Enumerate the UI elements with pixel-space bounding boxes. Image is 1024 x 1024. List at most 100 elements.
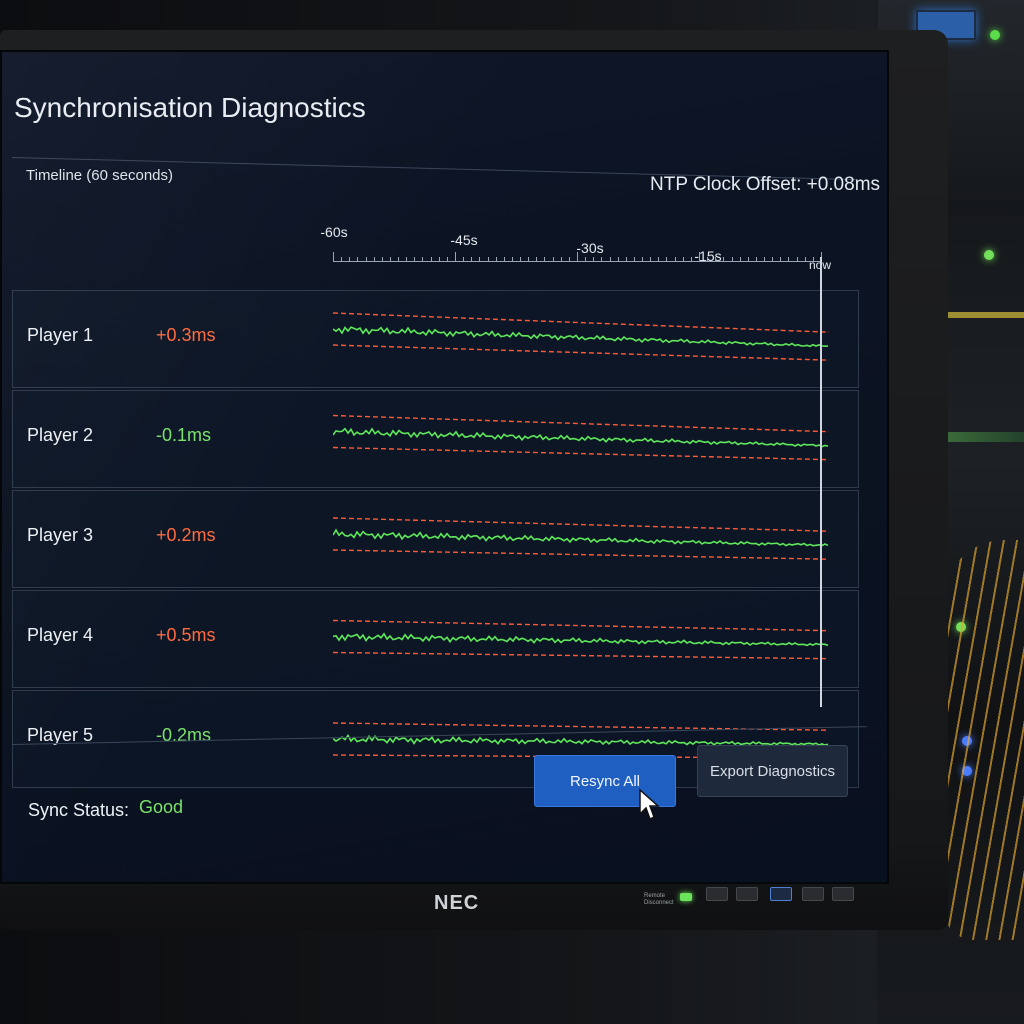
player-offset-trace <box>333 517 830 560</box>
timeline-tick-mark <box>560 257 562 262</box>
timeline-tick-mark <box>349 257 351 262</box>
monitor-hw-button[interactable] <box>832 887 854 901</box>
player-offset-trace <box>333 414 830 461</box>
timeline-tick-mark <box>617 257 619 262</box>
timeline-tick-mark <box>422 257 424 262</box>
player-name: Player 2 <box>27 425 94 445</box>
timeline-tick-mark <box>739 257 741 262</box>
timeline-tick-mark <box>699 252 700 262</box>
timeline-tick-mark <box>723 257 725 262</box>
upper-threshold-line <box>333 517 830 532</box>
timeline-tick-mark <box>520 257 522 262</box>
now-marker-line <box>820 257 822 707</box>
timeline-tick-mark <box>528 257 530 262</box>
timeline-tick-mark <box>585 257 587 262</box>
timeline-tick-mark <box>463 257 465 262</box>
rack-status-led <box>990 30 1000 40</box>
timeline-tick-mark <box>666 257 668 262</box>
timeline-tick-mark <box>707 257 709 262</box>
timeline-tick-mark <box>381 257 383 262</box>
player-name: Player 1 <box>27 325 94 345</box>
offset-trace-line <box>333 528 829 547</box>
export-diagnostics-button[interactable]: Export Diagnostics <box>697 745 848 797</box>
monitor-hw-button[interactable] <box>736 887 758 901</box>
monitor-brand-logo: NEC <box>434 892 480 914</box>
timeline-tick-mark <box>438 257 440 262</box>
timeline-tick-mark <box>398 257 400 262</box>
timeline-tick-mark <box>487 257 489 262</box>
timeline-tick-mark <box>682 257 684 262</box>
timeline-tick-mark <box>755 257 757 262</box>
timeline-tick-mark <box>650 257 652 262</box>
player-offset: +0.3ms <box>156 325 216 345</box>
timeline-tick-mark <box>552 257 554 262</box>
timeline-tick-mark <box>601 257 603 262</box>
input-select-button[interactable] <box>770 887 792 901</box>
timeline-tick-mark <box>373 257 375 262</box>
player-offset: -0.2ms <box>156 725 212 745</box>
timeline-tick-mark <box>544 257 546 262</box>
upper-threshold-line <box>333 414 830 433</box>
rack-status-led <box>984 250 994 260</box>
timeline-tick-mark <box>341 257 343 262</box>
timeline-tick-mark <box>764 257 766 262</box>
timeline-tick-mark <box>568 257 570 262</box>
player-row[interactable]: Player 2 -0.1ms <box>12 390 859 488</box>
monitor-hw-button[interactable] <box>802 887 824 901</box>
page-title: Synchronisation Diagnostics <box>14 92 366 123</box>
timeline-tick-mark <box>788 257 790 262</box>
timeline-tick-mark <box>577 252 578 262</box>
timeline-tick-mark <box>609 257 611 262</box>
sync-status-label: Sync Status: <box>28 800 130 820</box>
timeline-tick-mark <box>503 257 505 262</box>
timeline-tick-mark <box>690 257 692 262</box>
timeline-tick-mark <box>715 257 717 262</box>
timeline-tick-mark <box>780 257 782 262</box>
timeline-tick-mark <box>389 257 391 262</box>
monitor-hw-label: Remote Disconnect <box>644 893 674 906</box>
power-led <box>680 893 692 901</box>
timeline-tick-label: -60s <box>320 224 348 240</box>
player-offset: +0.5ms <box>156 625 216 645</box>
timeline-tick-mark <box>365 257 367 262</box>
offset-trace-line <box>333 427 829 448</box>
cable-bundle <box>944 540 1024 940</box>
timeline-label: Timeline (60 seconds) <box>26 167 174 184</box>
player-offset: +0.2ms <box>156 525 216 545</box>
player-row[interactable]: Player 1 +0.3ms <box>12 290 859 388</box>
timeline-tick-mark <box>479 257 481 262</box>
timeline-tick-mark <box>658 257 660 262</box>
timeline-tick-mark <box>625 257 627 262</box>
timeline-tick-mark <box>455 252 456 262</box>
lower-threshold-line <box>333 549 830 560</box>
timeline-tick-mark <box>812 257 814 262</box>
timeline-tick-mark <box>796 257 798 262</box>
sync-status-value: Good <box>139 797 184 817</box>
timeline-tick-mark <box>731 257 733 262</box>
monitor-hw-button[interactable] <box>706 887 728 901</box>
timeline-tick-mark <box>593 257 595 262</box>
offset-trace-line <box>333 733 829 747</box>
lower-threshold-line <box>333 344 830 361</box>
offset-trace-line <box>333 326 829 348</box>
timeline-tick-mark <box>674 257 676 262</box>
timeline-tick-mark <box>471 257 473 262</box>
timeline-tick-mark <box>747 257 749 262</box>
timeline-tick-mark <box>430 257 432 262</box>
timeline-tick-mark <box>357 257 359 262</box>
player-row[interactable]: Player 4 +0.5ms <box>12 590 859 688</box>
timeline-tick-mark <box>406 257 408 262</box>
timeline-tick-mark <box>446 257 448 262</box>
monitor-screen: Synchronisation Diagnostics Timeline (60… <box>0 50 889 884</box>
mouse-pointer-icon <box>639 788 660 821</box>
player-offset-trace <box>333 312 830 361</box>
timeline-tick-mark <box>511 257 513 262</box>
timeline-tick-mark <box>642 257 644 262</box>
player-offset: -0.1ms <box>156 425 212 445</box>
offset-trace-line <box>333 632 829 647</box>
timeline-tick-mark <box>633 257 635 262</box>
player-row[interactable]: Player 3 +0.2ms <box>12 490 859 588</box>
rack-light-strip <box>936 432 1024 442</box>
lower-threshold-line <box>333 446 830 461</box>
ntp-clock-offset: NTP Clock Offset: +0.08ms <box>650 174 881 195</box>
